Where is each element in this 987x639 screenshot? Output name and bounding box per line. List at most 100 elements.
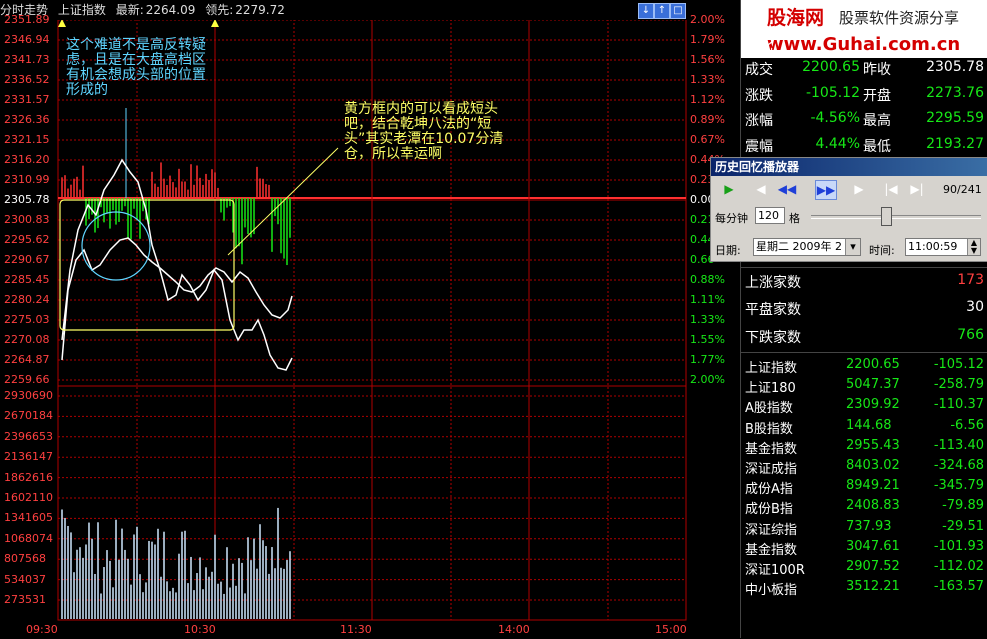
market-index-value: 8949.21 xyxy=(846,478,900,494)
volume-axis-label: 1862616 xyxy=(4,470,53,484)
quote-value: -105.12 xyxy=(805,85,860,101)
per-minute-input[interactable]: 120 xyxy=(755,207,785,224)
market-index-value: 3512.21 xyxy=(846,579,900,595)
annotation-line: 仓，所以幸运啊 xyxy=(344,146,442,162)
market-index-name: 深证100R xyxy=(745,563,805,578)
price-axis-label: 2326.36 xyxy=(4,113,50,126)
speed-slider-track[interactable] xyxy=(811,215,981,219)
market-index-row[interactable]: 深证综指 737.93 -29.51 xyxy=(741,517,987,538)
quote-row: 震幅 4.44% 最低 2193.27 xyxy=(741,132,987,158)
market-index-row[interactable]: A股指数 2309.92 -110.37 xyxy=(741,395,987,416)
scroll-up-button[interactable]: ↑ xyxy=(654,3,670,19)
breadth-label: 下跌家数 xyxy=(745,330,801,346)
market-index-row[interactable]: 成份B指 2408.83 -79.89 xyxy=(741,496,987,517)
percent-axis-label: 2.00% xyxy=(690,373,725,386)
go-end-icon[interactable]: ▶| xyxy=(907,180,927,198)
market-index-change: -324.68 xyxy=(933,458,984,473)
step-forward-icon[interactable]: ▶ xyxy=(849,180,869,198)
quote-label: 涨跌 xyxy=(745,88,773,104)
breadth-row: 上涨家数 173 xyxy=(741,267,987,294)
market-index-row[interactable]: 深证100R 2907.52 -112.02 xyxy=(741,557,987,578)
maximize-button[interactable]: □ xyxy=(670,3,686,19)
price-axis-label: 2331.57 xyxy=(4,93,50,106)
market-index-row[interactable]: 上证指数 2200.65 -105.12 xyxy=(741,355,987,376)
price-axis-label: 2321.15 xyxy=(4,133,50,146)
index-name-label: 上证指数 xyxy=(57,3,106,17)
quote-value: 2200.65 xyxy=(802,59,860,75)
quote-value-2: 2273.76 xyxy=(926,85,984,101)
time-axis-label: 10:30 xyxy=(184,623,216,636)
breadth-label: 上涨家数 xyxy=(745,275,801,291)
market-index-row[interactable]: 基金指数 3047.61 -101.93 xyxy=(741,537,987,558)
scroll-down-button[interactable]: ↓ xyxy=(638,3,654,19)
market-index-row[interactable]: 上证180 5047.37 -258.79 xyxy=(741,375,987,396)
per-minute-label: 每分钟 xyxy=(715,212,748,225)
date-value: 星期二 2009年 2 xyxy=(756,240,842,253)
date-label: 日期: xyxy=(715,244,741,257)
market-index-change: -345.79 xyxy=(933,478,984,494)
market-index-change: -105.12 xyxy=(933,357,984,372)
speed-slider-thumb[interactable] xyxy=(881,207,892,226)
volume-axis-label: 807568 xyxy=(4,552,46,566)
chevron-down-icon[interactable]: ▾ xyxy=(845,239,860,255)
yellow-annotation: 黄方框内的可以看成短头 吧，结合乾坤八法的“短 头”其实老潭在10.07分清 仓… xyxy=(344,102,503,162)
volume-axis-label: 1068074 xyxy=(4,531,53,545)
price-axis-label: 2310.99 xyxy=(4,173,50,186)
breadth-row: 下跌家数 766 xyxy=(741,323,987,349)
volume-axis-label: 2396653 xyxy=(4,429,53,443)
rewind-icon[interactable]: ◀◀ xyxy=(777,180,797,198)
time-spinner-icon[interactable]: ▲ ▼ xyxy=(967,239,980,255)
market-index-row[interactable]: B股指数 144.68 -6.56 xyxy=(741,416,987,437)
market-index-value: 737.93 xyxy=(846,518,892,534)
price-axis-label: 2300.83 xyxy=(4,213,50,226)
volume-axis-label: 1341605 xyxy=(4,511,53,525)
replay-title-bar[interactable]: 历史回忆播放器 xyxy=(711,158,987,176)
replay-dialog[interactable]: 历史回忆播放器 ▶ ◀ ◀◀ ▶▶ ▶ |◀ ▶| 90/241 每分钟 120… xyxy=(710,157,987,262)
price-axis-label: 2316.20 xyxy=(4,153,50,166)
time-axis-label: 09:30 xyxy=(26,623,58,636)
price-axis-label: 2280.24 xyxy=(4,293,50,306)
volume-axis-label: 2670184 xyxy=(4,409,53,423)
intraday-chart-panel[interactable]: 分时走势 上证指数 最新: 2264.09 领先: 2279.72 ↓ ↑ □ 这个… xyxy=(0,0,740,638)
breadth-row: 平盘家数 30 xyxy=(741,295,987,321)
market-index-name: 基金指数 xyxy=(745,542,798,558)
breadth-value: 30 xyxy=(966,299,984,315)
market-index-value: 8403.02 xyxy=(846,458,900,473)
percent-axis-label: 1.33% xyxy=(690,313,725,326)
market-index-row[interactable]: 深证成指 8403.02 -324.68 xyxy=(741,456,987,477)
time-picker[interactable]: 11:00:59 ▲ ▼ xyxy=(905,238,981,256)
time-axis-label: 11:30 xyxy=(340,623,372,636)
market-index-value: 3047.61 xyxy=(846,538,900,554)
replay-title: 历史回忆播放器 xyxy=(715,160,800,174)
lead-value: 2279.72 xyxy=(235,3,285,17)
play-icon[interactable]: ▶ xyxy=(719,180,739,198)
market-index-change: -101.93 xyxy=(933,538,984,554)
market-index-name: 上证指数 xyxy=(745,361,798,376)
breadth-value: 766 xyxy=(957,327,984,343)
quote-label: 震幅 xyxy=(745,139,773,155)
annotation-line: 黄方框内的可以看成短头 xyxy=(344,101,498,117)
price-axis-label: 2275.03 xyxy=(4,313,50,326)
go-start-icon[interactable]: |◀ xyxy=(881,180,901,198)
percent-axis-label: 2.00% xyxy=(690,13,725,26)
market-index-row[interactable]: 成份A指 8949.21 -345.79 xyxy=(741,476,987,497)
date-picker[interactable]: 星期二 2009年 2 ▾ xyxy=(753,238,861,256)
market-index-row[interactable]: 中小板指 3512.21 -163.57 xyxy=(741,577,987,599)
market-index-value: 2408.83 xyxy=(846,498,900,514)
market-index-change: -110.37 xyxy=(933,397,984,413)
market-index-name: 中小板指 xyxy=(745,583,798,599)
replay-progress: 90/241 xyxy=(943,183,982,196)
volume-axis-label: 1602110 xyxy=(4,491,53,504)
per-minute-unit: 格 xyxy=(789,212,800,225)
price-axis-label: 2346.94 xyxy=(4,33,50,46)
fast-forward-icon[interactable]: ▶▶ xyxy=(815,180,837,200)
step-back-icon[interactable]: ◀ xyxy=(751,180,771,198)
price-axis-label: 2285.45 xyxy=(4,273,50,286)
cyan-annotation: 这个难道不是高反转疑 虑，且是在大盘高档区 有机会想成头部的位置 形成的 xyxy=(66,38,206,98)
market-index-list: 上证指数 2200.65 -105.12 上证180 5047.37 -258.79 A股指… xyxy=(741,352,987,639)
market-index-row[interactable]: 基金指数 2955.43 -113.40 xyxy=(741,436,987,457)
percent-axis-label: 0.67% xyxy=(690,133,725,146)
market-index-value: 5047.37 xyxy=(846,377,900,393)
market-index-change: -163.57 xyxy=(933,579,984,595)
quote-value-2: 2295.59 xyxy=(926,110,984,126)
